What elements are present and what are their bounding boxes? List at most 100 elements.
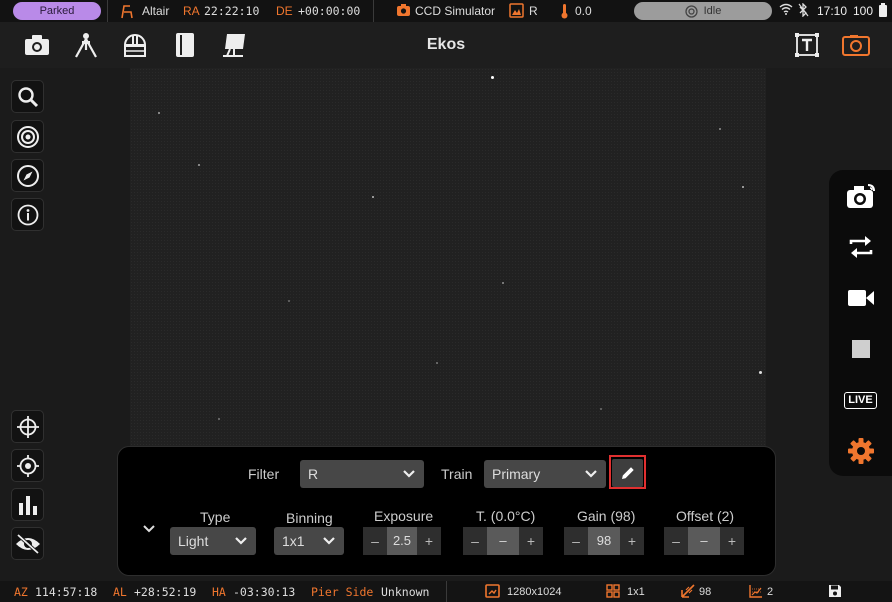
idle-icon: [684, 4, 698, 18]
star: [719, 128, 721, 130]
offset-value[interactable]: –: [688, 527, 720, 555]
wifi-icon: [779, 3, 793, 19]
capture-icon: [846, 183, 876, 209]
offset-stepper: – – +: [664, 527, 744, 555]
center-target-button[interactable]: [11, 449, 44, 482]
offset-increment[interactable]: +: [720, 527, 744, 555]
al-label: AL: [113, 585, 127, 599]
exposure-value[interactable]: 2.5: [387, 527, 417, 555]
offset-icon: [749, 584, 763, 600]
histogram-icon: [17, 494, 39, 516]
save-icon[interactable]: [828, 584, 842, 600]
temperature-value[interactable]: –: [487, 527, 519, 555]
video-icon: [847, 288, 875, 308]
filter-select[interactable]: R: [300, 460, 424, 488]
exposure-increment[interactable]: +: [417, 527, 441, 555]
live-button[interactable]: LIVE: [829, 380, 892, 420]
star: [288, 300, 290, 302]
loop-button[interactable]: [829, 227, 892, 267]
info-icon: [17, 204, 39, 226]
stop-button[interactable]: [829, 329, 892, 369]
bottom-status-bar: AZ 114:57:18 AL +28:52:19 HA -03:30:13 P…: [0, 581, 892, 602]
temperature-stepper: – – +: [463, 527, 543, 555]
clock: 17:10: [817, 4, 848, 18]
gain-label: Gain (98): [577, 508, 636, 524]
star: [742, 186, 744, 188]
filter-icon: [509, 3, 524, 19]
battery-icon: [879, 3, 887, 19]
temperature-increment[interactable]: +: [519, 527, 543, 555]
binning-value: 1x1: [627, 586, 645, 598]
type-select[interactable]: Light: [170, 527, 256, 555]
binning-select[interactable]: 1x1: [274, 527, 344, 555]
offset-value-status: 2: [767, 586, 774, 598]
az-value: 114:57:18: [35, 585, 98, 599]
train-select[interactable]: Primary: [484, 460, 606, 488]
crosshair-icon: [16, 415, 40, 439]
filter-select-value: R: [308, 466, 319, 482]
filter-name: R: [529, 4, 538, 18]
capture-settings-panel: Filter R Train Primary Type Light Binnin…: [117, 446, 776, 576]
compass-button[interactable]: [11, 159, 44, 192]
gain-stepper: – 98 +: [564, 527, 644, 555]
pencil-icon: [620, 465, 636, 481]
battery-level: 100: [853, 4, 874, 18]
divider: [446, 581, 447, 602]
de-value: +00:00:00: [298, 4, 361, 18]
divider: [373, 0, 374, 22]
divider: [107, 0, 108, 22]
temperature-value: 0.0: [575, 4, 592, 18]
thermometer-icon: [560, 3, 569, 19]
star: [218, 418, 220, 420]
az-label: AZ: [14, 585, 28, 599]
filter-label: Filter: [248, 466, 280, 482]
sky-image-view[interactable]: [130, 68, 766, 448]
zoom-button[interactable]: [11, 80, 44, 113]
star: [372, 196, 374, 198]
chevron-down-icon: [584, 460, 598, 488]
capture-status-text: Idle: [703, 5, 722, 17]
exposure-stepper: – 2.5 +: [363, 527, 441, 555]
target-icon: [16, 125, 40, 149]
gain-increment[interactable]: +: [620, 527, 644, 555]
settings-icon: [847, 437, 875, 465]
visibility-button[interactable]: [11, 527, 44, 560]
gain-value[interactable]: 98: [588, 527, 620, 555]
chevron-down-icon: [234, 527, 248, 555]
settings-button[interactable]: [829, 431, 892, 471]
crosshair-button[interactable]: [11, 410, 44, 443]
exposure-decrement[interactable]: –: [363, 527, 387, 555]
temperature-decrement[interactable]: –: [463, 527, 487, 555]
video-button[interactable]: [829, 278, 892, 318]
star: [491, 76, 494, 79]
pier-side-label: Pier Side: [311, 585, 374, 599]
star: [158, 112, 160, 114]
temperature-label: T. (0.0°C): [476, 508, 536, 524]
camera-name: CCD Simulator: [415, 4, 496, 18]
type-select-value: Light: [178, 533, 209, 549]
chevron-down-icon: [402, 460, 416, 488]
info-button[interactable]: [11, 198, 44, 231]
mount-icon: [120, 3, 134, 19]
collapse-toggle[interactable]: [142, 523, 156, 535]
bluetooth-off-icon: [798, 3, 809, 19]
capture-button[interactable]: [829, 176, 892, 216]
gain-value-status: 98: [699, 586, 712, 598]
mount-status-badge[interactable]: Parked: [13, 2, 101, 20]
ra-value: 22:22:10: [204, 4, 260, 18]
edit-train-button[interactable]: [612, 459, 643, 487]
ha-value: -03:30:13: [233, 585, 296, 599]
binning-label: Binning: [286, 510, 333, 526]
offset-decrement[interactable]: –: [664, 527, 688, 555]
binning-icon: [606, 584, 620, 600]
binning-select-value: 1x1: [282, 533, 305, 549]
center-target-icon: [16, 454, 40, 478]
gain-decrement[interactable]: –: [564, 527, 588, 555]
train-select-value: Primary: [492, 466, 541, 482]
chevron-down-icon: [322, 527, 336, 555]
type-label: Type: [200, 509, 231, 525]
target-button[interactable]: [11, 120, 44, 153]
ha-label: HA: [212, 585, 226, 599]
histogram-button[interactable]: [11, 488, 44, 521]
camera-icon: [396, 3, 411, 19]
